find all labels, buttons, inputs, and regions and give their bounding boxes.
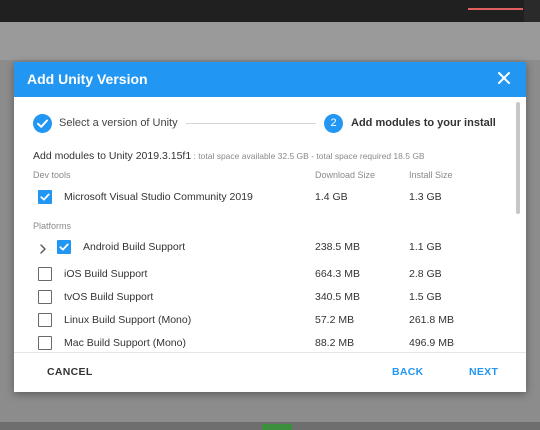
module-download-size: 664.3 MB bbox=[315, 268, 360, 280]
back-button[interactable]: BACK bbox=[392, 366, 424, 378]
chevron-right-icon[interactable] bbox=[38, 242, 48, 254]
column-download-size: Download Size bbox=[315, 170, 376, 180]
cancel-button[interactable]: CANCEL bbox=[47, 366, 93, 378]
module-row-tvos: tvOS Build Support 340.5 MB 1.5 GB bbox=[14, 288, 514, 308]
scrollbar-thumb[interactable] bbox=[516, 102, 520, 214]
module-label: Android Build Support bbox=[83, 241, 186, 253]
module-install-size: 1.3 GB bbox=[409, 191, 442, 203]
checkbox-tvos[interactable] bbox=[38, 290, 52, 304]
add-unity-version-dialog: Add Unity Version Select a version of Un… bbox=[14, 62, 526, 392]
module-download-size: 340.5 MB bbox=[315, 291, 360, 303]
checkbox-linux[interactable] bbox=[38, 313, 52, 327]
module-label: Microsoft Visual Studio Community 2019 bbox=[64, 191, 253, 203]
module-download-size: 238.5 MB bbox=[315, 241, 360, 253]
space-summary: Add modules to Unity 2019.3.15f1 : total… bbox=[33, 150, 425, 162]
next-button[interactable]: NEXT bbox=[469, 366, 498, 378]
checkbox-ios[interactable] bbox=[38, 267, 52, 281]
column-install-size: Install Size bbox=[409, 170, 453, 180]
section-platforms: Platforms bbox=[33, 221, 72, 231]
checkbox-visual-studio[interactable] bbox=[38, 190, 52, 204]
step-number-badge: 2 bbox=[324, 114, 343, 133]
dialog-footer: CANCEL BACK NEXT bbox=[14, 352, 526, 392]
module-row-android: Android Build Support 238.5 MB 1.1 GB bbox=[14, 238, 514, 258]
module-row-ios: iOS Build Support 664.3 MB 2.8 GB bbox=[14, 265, 514, 285]
module-download-size: 1.4 GB bbox=[315, 191, 348, 203]
host-window-titlebar bbox=[0, 0, 540, 22]
module-download-size: 88.2 MB bbox=[315, 337, 355, 349]
module-install-size: 2.8 GB bbox=[409, 268, 442, 280]
module-label: Linux Build Support (Mono) bbox=[64, 314, 192, 326]
module-install-size: 1.5 GB bbox=[409, 291, 442, 303]
checkbox-android[interactable] bbox=[57, 240, 71, 254]
summary-title: Add modules to Unity 2019.3.15f1 bbox=[33, 150, 192, 162]
dialog-title: Add Unity Version bbox=[27, 71, 148, 87]
section-dev-tools: Dev tools bbox=[33, 170, 71, 180]
check-icon bbox=[33, 114, 52, 133]
module-row-mac: Mac Build Support (Mono) 88.2 MB 496.9 M… bbox=[14, 334, 514, 354]
module-row-visual-studio: Microsoft Visual Studio Community 2019 1… bbox=[14, 188, 514, 208]
module-download-size: 57.2 MB bbox=[315, 314, 355, 326]
stepper: Select a version of Unity 2 Add modules … bbox=[14, 97, 526, 147]
module-label: iOS Build Support bbox=[64, 268, 148, 280]
step-add-modules: Add modules to your install bbox=[351, 117, 496, 129]
module-install-size: 496.9 MB bbox=[409, 337, 454, 349]
checkbox-mac[interactable] bbox=[38, 336, 52, 350]
module-label: Mac Build Support (Mono) bbox=[64, 337, 186, 349]
close-icon[interactable] bbox=[495, 69, 513, 87]
summary-space-info: : total space available 32.5 GB - total … bbox=[191, 151, 425, 161]
background-green-element bbox=[262, 424, 292, 430]
background-overlay bbox=[0, 22, 540, 60]
module-label: tvOS Build Support bbox=[64, 291, 154, 303]
stepper-connector bbox=[186, 123, 316, 124]
titlebar-accent bbox=[468, 8, 523, 10]
module-row-linux: Linux Build Support (Mono) 57.2 MB 261.8… bbox=[14, 311, 514, 331]
step-select-version: Select a version of Unity bbox=[59, 117, 178, 129]
module-install-size: 261.8 MB bbox=[409, 314, 454, 326]
dialog-header: Add Unity Version bbox=[14, 62, 526, 97]
module-install-size: 1.1 GB bbox=[409, 241, 442, 253]
titlebar-corner bbox=[524, 0, 540, 22]
background-taskbar-strip bbox=[0, 422, 540, 430]
